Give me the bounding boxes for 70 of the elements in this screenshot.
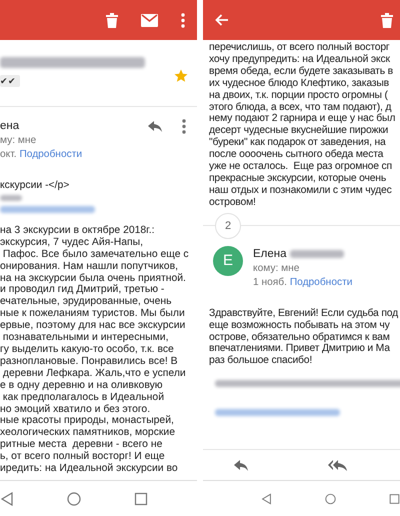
delete-icon[interactable] <box>381 12 393 28</box>
message-text-line: на на экскурсии была очень приятной. <box>0 272 187 284</box>
message-text-line: после оооочень сытного обеда места <box>209 149 384 162</box>
message-text-line: ные к пожеланиям туристов. Мы были <box>0 308 186 320</box>
more-icon[interactable] <box>181 12 185 28</box>
avatar: Е <box>213 246 243 276</box>
message-text-line: этого блюда, а всех, что там подают), д <box>209 102 392 113</box>
blurred-text <box>0 194 22 201</box>
message-text-line: е в одну деревню и на оливковую <box>0 380 164 392</box>
message-text-line: время обеда, если будете заказывать в <box>209 66 394 78</box>
date-text: 1 нояб. <box>253 276 288 288</box>
message-text-line: Здравствуйте, Евгений! Если судьба под <box>209 308 399 320</box>
quoted-text: кскурсии -</p> <box>0 180 70 192</box>
sender-name: ена <box>0 119 20 134</box>
message-text-line: хочу предупредить: на Идеальной экск <box>209 54 391 66</box>
message-text-line: гу выделить какую-то особо, т.к. все <box>0 344 175 356</box>
message-text-line: познавательными и интересными, <box>2 332 170 344</box>
message-text-line: на двоих, т.к. порции просто огромны ( <box>209 90 389 102</box>
message-text-line: на 3 экскурсии в октябре 2018г.: <box>0 224 156 237</box>
recipient-text: му: мне <box>0 134 38 148</box>
delete-icon[interactable] <box>106 12 118 28</box>
message-text-line: нему подают 2 гарнира и еще у нас был <box>209 113 396 125</box>
home-icon[interactable] <box>67 492 81 506</box>
back-icon[interactable] <box>261 492 272 506</box>
label-chip: ✔✔ <box>0 75 20 87</box>
message-text-line: перечислишь, от всего полный восторг <box>209 42 391 54</box>
message-text-line: и проводил гид Дмитрий, третью - <box>0 284 166 296</box>
message-text-line: островом! <box>209 196 257 209</box>
message-text-line: но эмоций хватило и без этого. <box>0 404 152 415</box>
reply-icon[interactable] <box>148 120 162 132</box>
message-text-line: уже не осталось. Еще раз огромное сп <box>209 161 393 173</box>
message-text-line: иредить: на Идеальной экскурсии во <box>0 463 179 475</box>
more-icon[interactable] <box>182 118 186 134</box>
message-text-line: деревни Лефкара. Жаль,что е успели <box>2 368 187 380</box>
message-text-line: Пафос. Все было замечательно еще с <box>2 248 190 261</box>
recents-icon[interactable] <box>389 492 400 506</box>
message-text-line: раз большое спасибо! <box>209 355 314 368</box>
date-text: окт. <box>0 149 18 160</box>
message-text-line: десерт чудесные вкуснейшие пирожки <box>209 125 390 138</box>
message-text-line: острове, обязательно обратимся к вам <box>209 332 391 344</box>
reply-all-icon[interactable] <box>328 460 347 470</box>
recents-icon[interactable] <box>134 492 148 506</box>
recipient-text: кому: мне <box>253 262 300 276</box>
back-arrow-icon[interactable] <box>215 14 229 26</box>
collapsed-count[interactable]: 2 <box>215 212 241 239</box>
message-text-line: наш отдых и познакомили с этим чудес <box>209 184 393 197</box>
reply-icon[interactable] <box>234 460 248 470</box>
back-icon[interactable] <box>0 492 14 506</box>
message-text-line: хеологических памятников, морские <box>0 427 176 440</box>
message-text-line: экскурсия, 7 чудес Айя-Напы, <box>0 236 144 249</box>
message-text-line: впечатлениями. Привет Дмитрию и Ма <box>209 343 391 355</box>
message-text-line: еще возможность побывать на этом чу <box>209 320 391 332</box>
sender-name: Елена <box>253 246 287 262</box>
message-text-line: ные красоты природы, монастырей, <box>0 415 175 428</box>
message-text-line: ечательные, эрудированные, очень <box>0 296 173 308</box>
message-text-line: ь, от всего полный восторг! И еще <box>0 451 166 463</box>
star-icon[interactable] <box>174 69 188 83</box>
envelope-icon[interactable] <box>141 14 158 26</box>
details-link[interactable]: Подробности <box>19 149 82 160</box>
details-link[interactable]: Подробности <box>290 276 352 288</box>
message-text-line: онирования. Нам нашли попутчиков, <box>0 260 179 273</box>
message-text-line: ервые, поэтому для нас все экскурсии <box>0 320 186 332</box>
message-text-line: "буреки" как подарок от заведения, на <box>209 137 387 149</box>
message-text-line: ритные места деревни - всего не <box>0 439 164 451</box>
message-text-line: разноплановые. Понравились все! В <box>0 356 179 368</box>
message-text-line: как предполагалось в Идеальной <box>2 392 165 404</box>
home-icon[interactable] <box>325 492 336 506</box>
message-text-line: прекрасные экскурсии, которые очень <box>209 172 388 185</box>
blurred-surname <box>290 250 344 258</box>
message-text-line: их чудесное блюдо Клефтико, заказыв <box>209 78 390 90</box>
